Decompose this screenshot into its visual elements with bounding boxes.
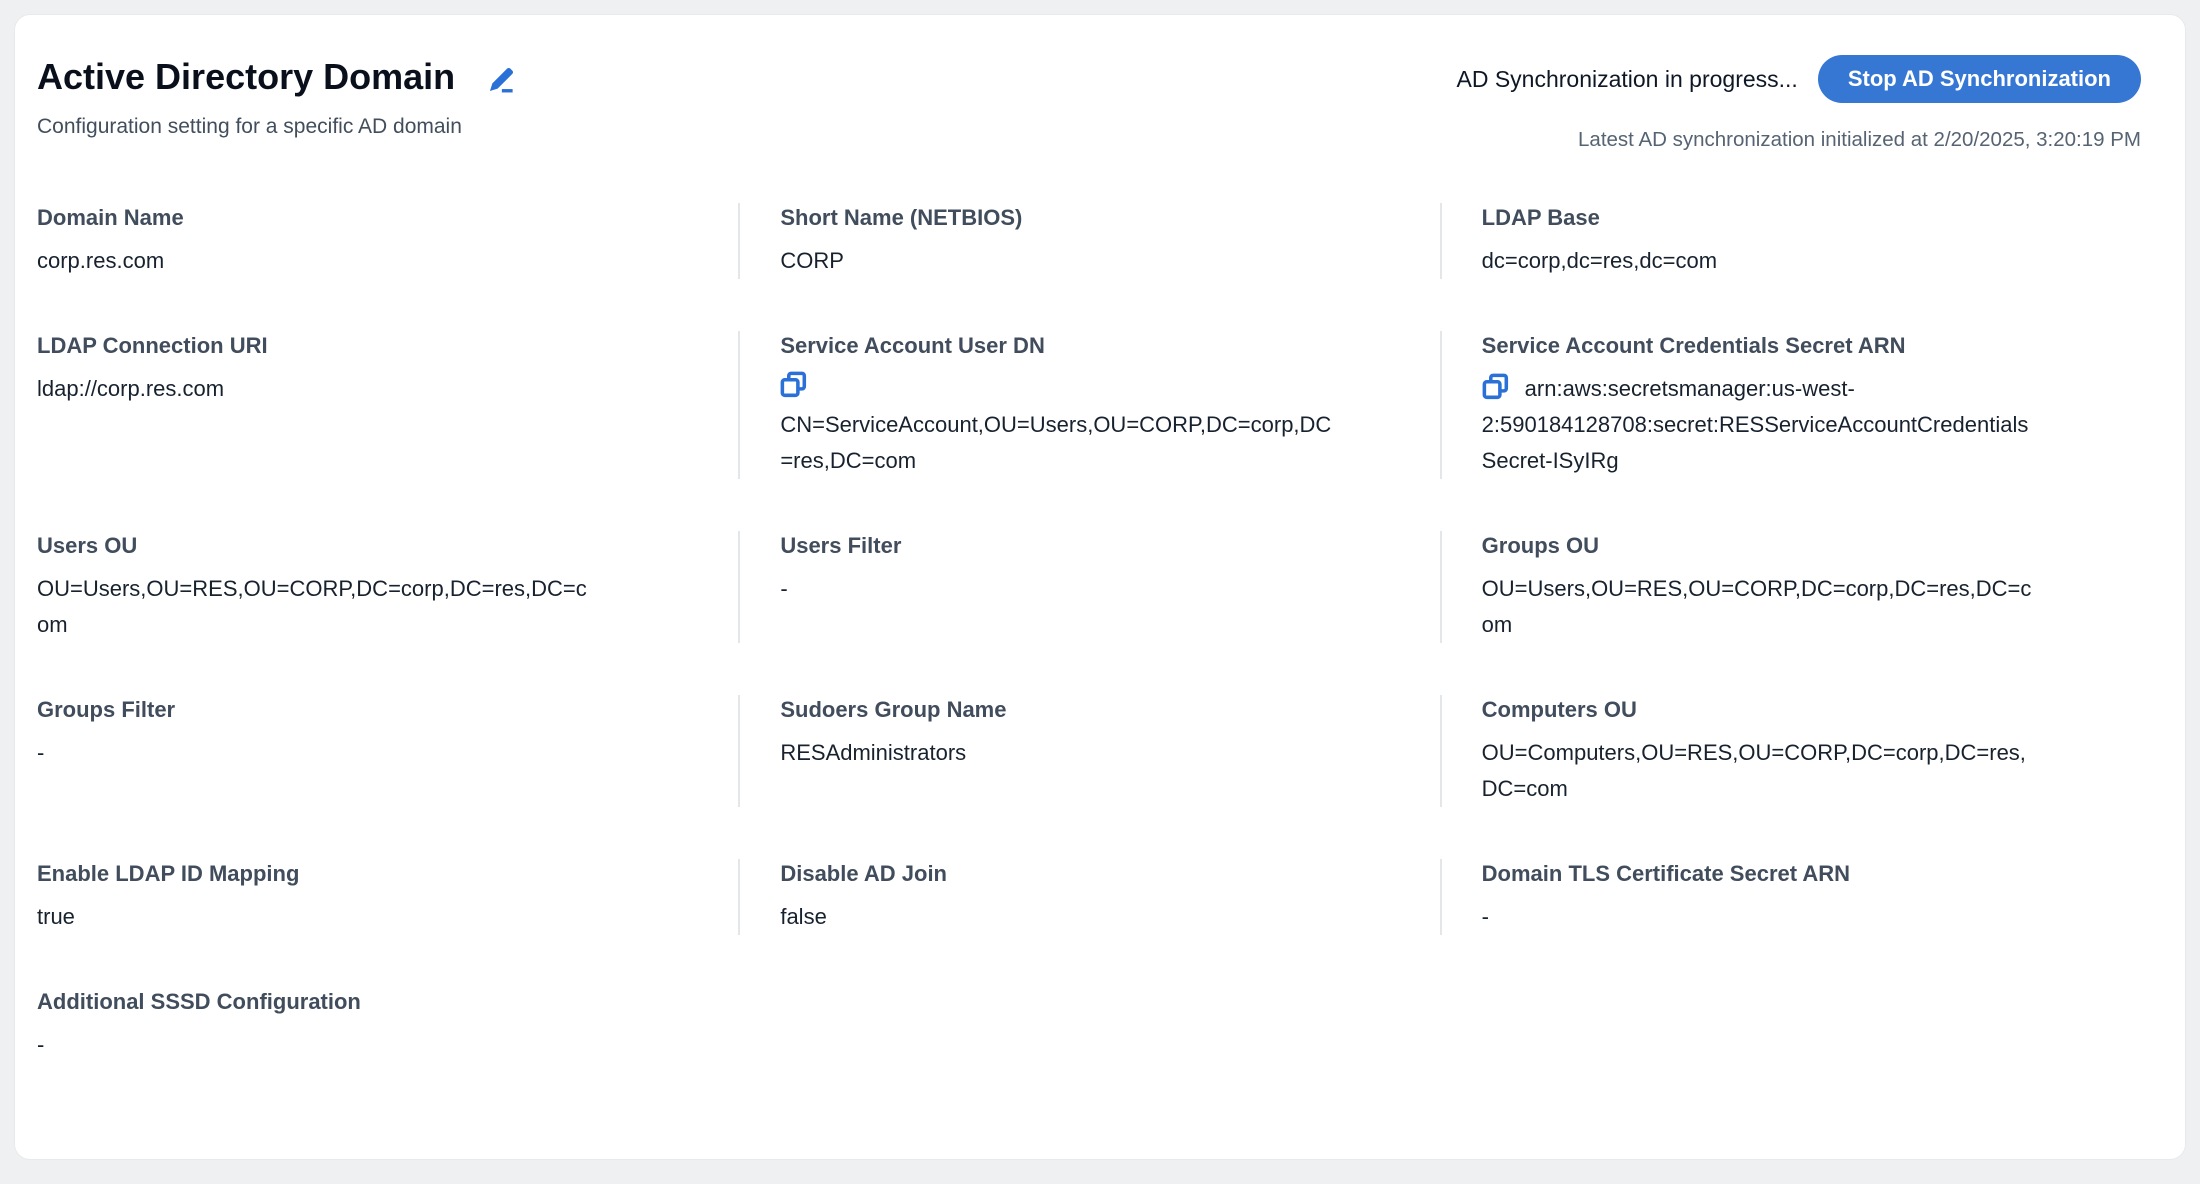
field-label: LDAP Connection URI	[37, 331, 708, 361]
field-domain-tls-certificate-secret-arn: Domain TLS Certificate Secret ARN -	[1440, 859, 2141, 935]
field-value: -	[37, 1027, 597, 1063]
field-value: OU=Computers,OU=RES,OU=CORP,DC=corp,DC=r…	[1482, 735, 2042, 807]
field-service-account-credentials-secret-arn: Service Account Credentials Secret ARN a…	[1440, 331, 2141, 479]
field-label: Enable LDAP ID Mapping	[37, 859, 708, 889]
field-label: Users Filter	[780, 531, 1409, 561]
field-value: ldap://corp.res.com	[37, 371, 597, 407]
pencil-icon	[484, 63, 518, 97]
last-sync-note: Latest AD synchronization initialized at…	[1578, 127, 2141, 153]
field-label: Groups OU	[1482, 531, 2111, 561]
card-header: Active Directory Domain Configuration se…	[37, 55, 2141, 153]
edit-button[interactable]	[483, 62, 519, 98]
page-title: Active Directory Domain	[37, 55, 455, 99]
field-ldap-base: LDAP Base dc=corp,dc=res,dc=com	[1440, 203, 2141, 279]
field-value: OU=Users,OU=RES,OU=CORP,DC=corp,DC=res,D…	[37, 571, 597, 643]
page-subtitle: Configuration setting for a specific AD …	[37, 113, 519, 141]
field-label: LDAP Base	[1482, 203, 2111, 233]
field-row-6: Additional SSSD Configuration -	[37, 987, 2141, 1063]
field-enable-ldap-id-mapping: Enable LDAP ID Mapping true	[37, 859, 738, 935]
field-row-5: Enable LDAP ID Mapping true Disable AD J…	[37, 859, 2141, 935]
field-label: Domain Name	[37, 203, 708, 233]
field-value: CORP	[780, 243, 1340, 279]
field-ldap-connection-uri: LDAP Connection URI ldap://corp.res.com	[37, 331, 738, 479]
field-row-3: Users OU OU=Users,OU=RES,OU=CORP,DC=corp…	[37, 531, 2141, 643]
field-computers-ou: Computers OU OU=Computers,OU=RES,OU=CORP…	[1440, 695, 2141, 807]
field-value-text: arn:aws:secretsmanager:us-west-2:5901841…	[1482, 376, 2029, 473]
field-row-4: Groups Filter - Sudoers Group Name RESAd…	[37, 695, 2141, 807]
field-additional-sssd-configuration: Additional SSSD Configuration -	[37, 987, 738, 1063]
field-value: true	[37, 899, 597, 935]
field-disable-ad-join: Disable AD Join false	[738, 859, 1439, 935]
field-label: Users OU	[37, 531, 708, 561]
field-value: dc=corp,dc=res,dc=com	[1482, 243, 2042, 279]
ad-domain-config-card: Active Directory Domain Configuration se…	[14, 14, 2186, 1160]
field-value: arn:aws:secretsmanager:us-west-2:5901841…	[1482, 371, 2042, 479]
stop-ad-sync-button[interactable]: Stop AD Synchronization	[1818, 55, 2141, 103]
field-row-1: Domain Name corp.res.com Short Name (NET…	[37, 203, 2141, 279]
copy-icon[interactable]	[1482, 373, 1509, 400]
field-label: Computers OU	[1482, 695, 2111, 725]
field-grid: Domain Name corp.res.com Short Name (NET…	[37, 203, 2141, 1063]
field-value: CN=ServiceAccount,OU=Users,OU=CORP,DC=co…	[780, 407, 1340, 479]
field-service-account-user-dn: Service Account User DN CN=ServiceAccoun…	[738, 331, 1439, 479]
field-label: Short Name (NETBIOS)	[780, 203, 1409, 233]
field-users-filter: Users Filter -	[738, 531, 1439, 643]
field-value: corp.res.com	[37, 243, 597, 279]
field-groups-ou: Groups OU OU=Users,OU=RES,OU=CORP,DC=cor…	[1440, 531, 2141, 643]
copy-icon[interactable]	[780, 371, 807, 398]
field-domain-name: Domain Name corp.res.com	[37, 203, 738, 279]
field-value: -	[1482, 899, 2042, 935]
field-sudoers-group-name: Sudoers Group Name RESAdministrators	[738, 695, 1439, 807]
sync-status-text: AD Synchronization in progress...	[1456, 64, 1797, 94]
field-users-ou: Users OU OU=Users,OU=RES,OU=CORP,DC=corp…	[37, 531, 738, 643]
field-label: Additional SSSD Configuration	[37, 987, 708, 1017]
field-label: Service Account Credentials Secret ARN	[1482, 331, 2111, 361]
field-groups-filter: Groups Filter -	[37, 695, 738, 807]
field-value: -	[780, 571, 1340, 607]
field-value: false	[780, 899, 1340, 935]
field-row-2: LDAP Connection URI ldap://corp.res.com …	[37, 331, 2141, 479]
field-label: Groups Filter	[37, 695, 708, 725]
field-label: Domain TLS Certificate Secret ARN	[1482, 859, 2111, 889]
field-short-name-netbios: Short Name (NETBIOS) CORP	[738, 203, 1439, 279]
field-label: Service Account User DN	[780, 331, 1409, 361]
field-label: Sudoers Group Name	[780, 695, 1409, 725]
field-value: -	[37, 735, 597, 771]
field-label: Disable AD Join	[780, 859, 1409, 889]
field-value: OU=Users,OU=RES,OU=CORP,DC=corp,DC=res,D…	[1482, 571, 2042, 643]
field-value: RESAdministrators	[780, 735, 1340, 771]
